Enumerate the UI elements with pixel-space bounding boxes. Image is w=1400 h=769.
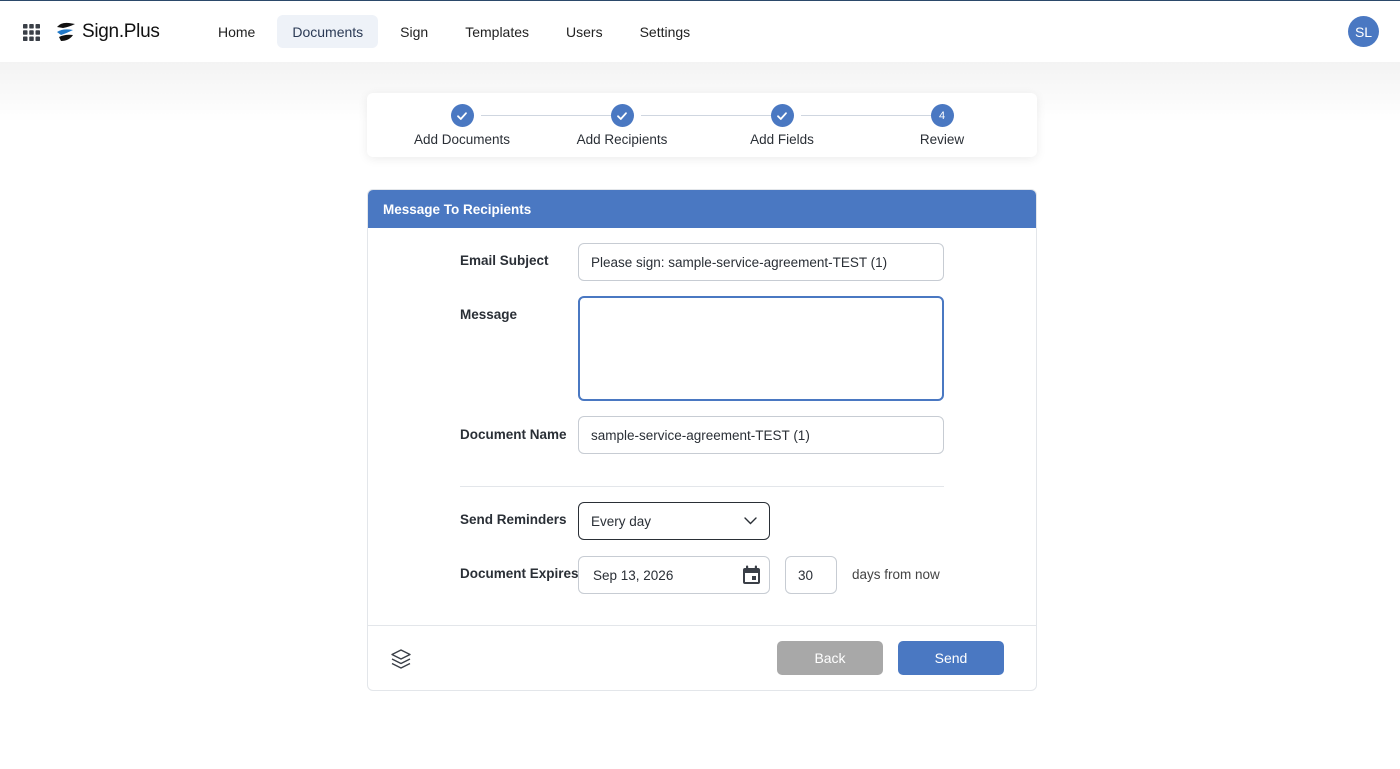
nav-documents[interactable]: Documents: [277, 15, 379, 48]
nav-templates[interactable]: Templates: [450, 15, 544, 48]
expiry-date-value: Sep 13, 2026: [593, 567, 674, 583]
brand-name: Sign.Plus: [82, 21, 160, 42]
check-icon: [777, 111, 787, 120]
calendar-icon[interactable]: [742, 565, 761, 585]
step-label: Add Documents: [413, 132, 511, 147]
brand-logo[interactable]: Sign.Plus: [55, 20, 160, 44]
back-button[interactable]: Back: [777, 641, 883, 675]
step-label: Review: [919, 132, 965, 147]
footer-divider: [368, 625, 1036, 626]
message-label: Message: [460, 307, 518, 322]
progress-stepper: Add Documents Add Recipients Add Fields …: [367, 93, 1037, 157]
top-navbar: Sign.Plus Home Documents Sign Templates …: [0, 1, 1400, 62]
step-label: Add Recipients: [576, 132, 668, 147]
step-done-badge: [770, 104, 794, 127]
step-label: Add Fields: [750, 132, 814, 147]
send-reminders-label: Send Reminders: [460, 512, 567, 527]
nav-sign[interactable]: Sign: [385, 15, 443, 48]
step-add-fields[interactable]: Add Fields: [702, 104, 862, 147]
expiry-date-input[interactable]: Sep 13, 2026: [578, 556, 770, 594]
document-name-label: Document Name: [460, 427, 567, 442]
nav-settings[interactable]: Settings: [625, 15, 706, 48]
message-textarea[interactable]: [578, 296, 944, 401]
document-expires-label: Document Expires: [460, 566, 579, 581]
expiry-days-input[interactable]: [785, 556, 837, 594]
main-nav: Home Documents Sign Templates Users Sett…: [203, 15, 712, 48]
check-icon: [617, 111, 627, 120]
document-name-input[interactable]: [578, 416, 944, 454]
send-reminders-value: Every day: [591, 513, 652, 529]
step-done-badge: [610, 104, 634, 127]
step-review[interactable]: 4 Review: [862, 104, 1022, 147]
card-title: Message To Recipients: [368, 190, 1036, 228]
expiry-days-suffix: days from now: [852, 567, 940, 582]
check-icon: [457, 111, 467, 120]
send-reminders-select[interactable]: Every day: [578, 502, 770, 540]
send-button[interactable]: Send: [898, 641, 1004, 675]
chevron-down-icon: [744, 517, 757, 525]
email-subject-input[interactable]: [578, 243, 944, 281]
nav-users[interactable]: Users: [551, 15, 618, 48]
apps-grid-icon[interactable]: [23, 24, 40, 41]
user-avatar[interactable]: SL: [1348, 16, 1379, 47]
step-number-badge: 4: [930, 104, 954, 127]
message-card: Message To Recipients Email Subject Mess…: [367, 189, 1037, 691]
layers-icon[interactable]: [390, 648, 412, 670]
step-add-recipients[interactable]: Add Recipients: [542, 104, 702, 147]
step-done-badge: [450, 104, 474, 127]
step-add-documents[interactable]: Add Documents: [382, 104, 542, 147]
nav-home[interactable]: Home: [203, 15, 270, 48]
section-divider: [460, 486, 944, 487]
email-subject-label: Email Subject: [460, 253, 549, 268]
sign-plus-logo-icon: [57, 22, 75, 41]
